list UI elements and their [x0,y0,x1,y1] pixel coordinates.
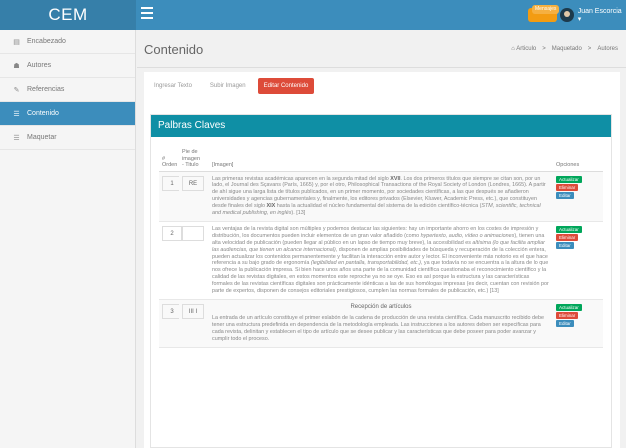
col-order: # Orden [159,147,179,172]
sidebar-item-label: Maquetar [27,134,57,141]
home-icon: ⌂ [511,46,515,52]
breadcrumb-item-articulo[interactable]: ⌂ Articulo [511,46,536,52]
col-caption: Pie de imagen - Titulo [179,147,209,172]
content-table: # Orden Pie de imagen - Titulo [Imagen] Opc… [159,147,603,348]
sidebar-item-contenido[interactable]: ☰ Contenido [0,102,135,126]
content-tabs: Ingresar Texto Subir Imagen Editar Conte… [148,78,315,94]
user-menu[interactable]: Juan Escorcia ▾ [560,0,626,30]
delete-button[interactable]: Eliminar [556,183,579,191]
content-text: Las ventajas de la revista digital son m… [209,221,553,301]
edit-button[interactable]: Editar [556,320,574,327]
table-row: 1 RE Las primeras revistas académicas ap… [159,171,603,222]
caption-input[interactable] [182,225,204,241]
delete-button[interactable]: Eliminar [556,233,579,241]
edit-button[interactable]: Editar [556,241,574,249]
row-actions: Actualizar Eliminar Editar [556,175,600,199]
col-options: Opciones [553,147,603,172]
tab-ingresar-texto[interactable]: Ingresar Texto [148,78,198,94]
caption-input[interactable]: RE [182,175,204,191]
sidebar-item-label: Contenido [27,110,59,117]
table-row: 2 Las ventajas de la revista digital son… [159,221,603,301]
edit-button[interactable]: Editar [556,191,574,199]
pencil-icon: ✎ [13,86,20,94]
content-subtitle: Recepción de artículos [350,304,412,310]
messages-badge: Mensajes [532,5,560,14]
panel-title: Palbras Claves [151,115,611,137]
app-logo[interactable]: CEM [0,0,136,30]
caption-input[interactable]: III I [182,304,204,319]
table-header-row: # Orden Pie de imagen - Titulo [Imagen] Opc… [159,147,603,172]
calendar-icon: ▤ [13,38,20,46]
sidebar: ▤ Encabezado ☗ Autores ✎ Referencias ☰ C… [0,30,136,448]
list-icon: ☰ [13,134,20,142]
breadcrumb-separator: > [542,46,546,52]
sidebar-item-label: Autores [27,62,52,69]
table-row: 3 III I Recepción de artículos La entrad… [159,299,603,348]
breadcrumb: ⌂ Articulo > Maquetado > Autores [511,46,618,52]
content-text: Las primeras revistas académicas aparece… [209,171,553,222]
tab-editar-contenido[interactable]: Editar Contenido [257,78,315,94]
sidebar-item-maquetar[interactable]: ☰ Maquetar [0,126,135,150]
row-actions: Actualizar Eliminar Editar [556,304,600,327]
top-navbar: CEM Mensajes Juan Escorcia ▾ [0,0,626,30]
sidebar-item-autores[interactable]: ☗ Autores [0,54,135,78]
update-button[interactable]: Actualizar [556,304,582,311]
breadcrumb-item-autores[interactable]: Autores [597,46,618,52]
list-icon: ☰ [13,110,20,118]
content-header: Contenido ⌂ Articulo > Maquetado > Autor… [137,30,626,68]
breadcrumb-item-maquetado[interactable]: Maquetado [552,46,582,52]
breadcrumb-separator: > [587,46,592,52]
messages-button[interactable]: Mensajes [528,5,560,22]
page-title: Contenido [144,42,204,57]
sidebar-item-encabezado[interactable]: ▤ Encabezado [0,30,135,54]
row-actions: Actualizar Eliminar Editar [556,225,600,249]
users-icon: ☗ [13,62,20,70]
user-name: Juan Escorcia ▾ [577,7,622,23]
sidebar-item-referencias[interactable]: ✎ Referencias [0,78,135,102]
tab-subir-imagen[interactable]: Subir Imagen [204,78,252,94]
content-text: Recepción de artículos La entrada de un … [209,299,553,348]
update-button[interactable]: Actualizar [556,175,582,183]
sidebar-item-label: Encabezado [27,38,66,45]
update-button[interactable]: Actualizar [556,225,582,233]
content-card: Ingresar Texto Subir Imagen Editar Conte… [144,72,620,448]
user-avatar [560,8,574,22]
delete-button[interactable]: Eliminar [556,312,579,319]
col-content: [Imagen] [209,147,553,172]
keywords-panel: Palbras Claves # Orden Pie de imagen - Titu… [150,114,612,448]
sidebar-item-label: Referencias [27,86,65,93]
sidebar-toggle-icon[interactable] [141,7,153,23]
